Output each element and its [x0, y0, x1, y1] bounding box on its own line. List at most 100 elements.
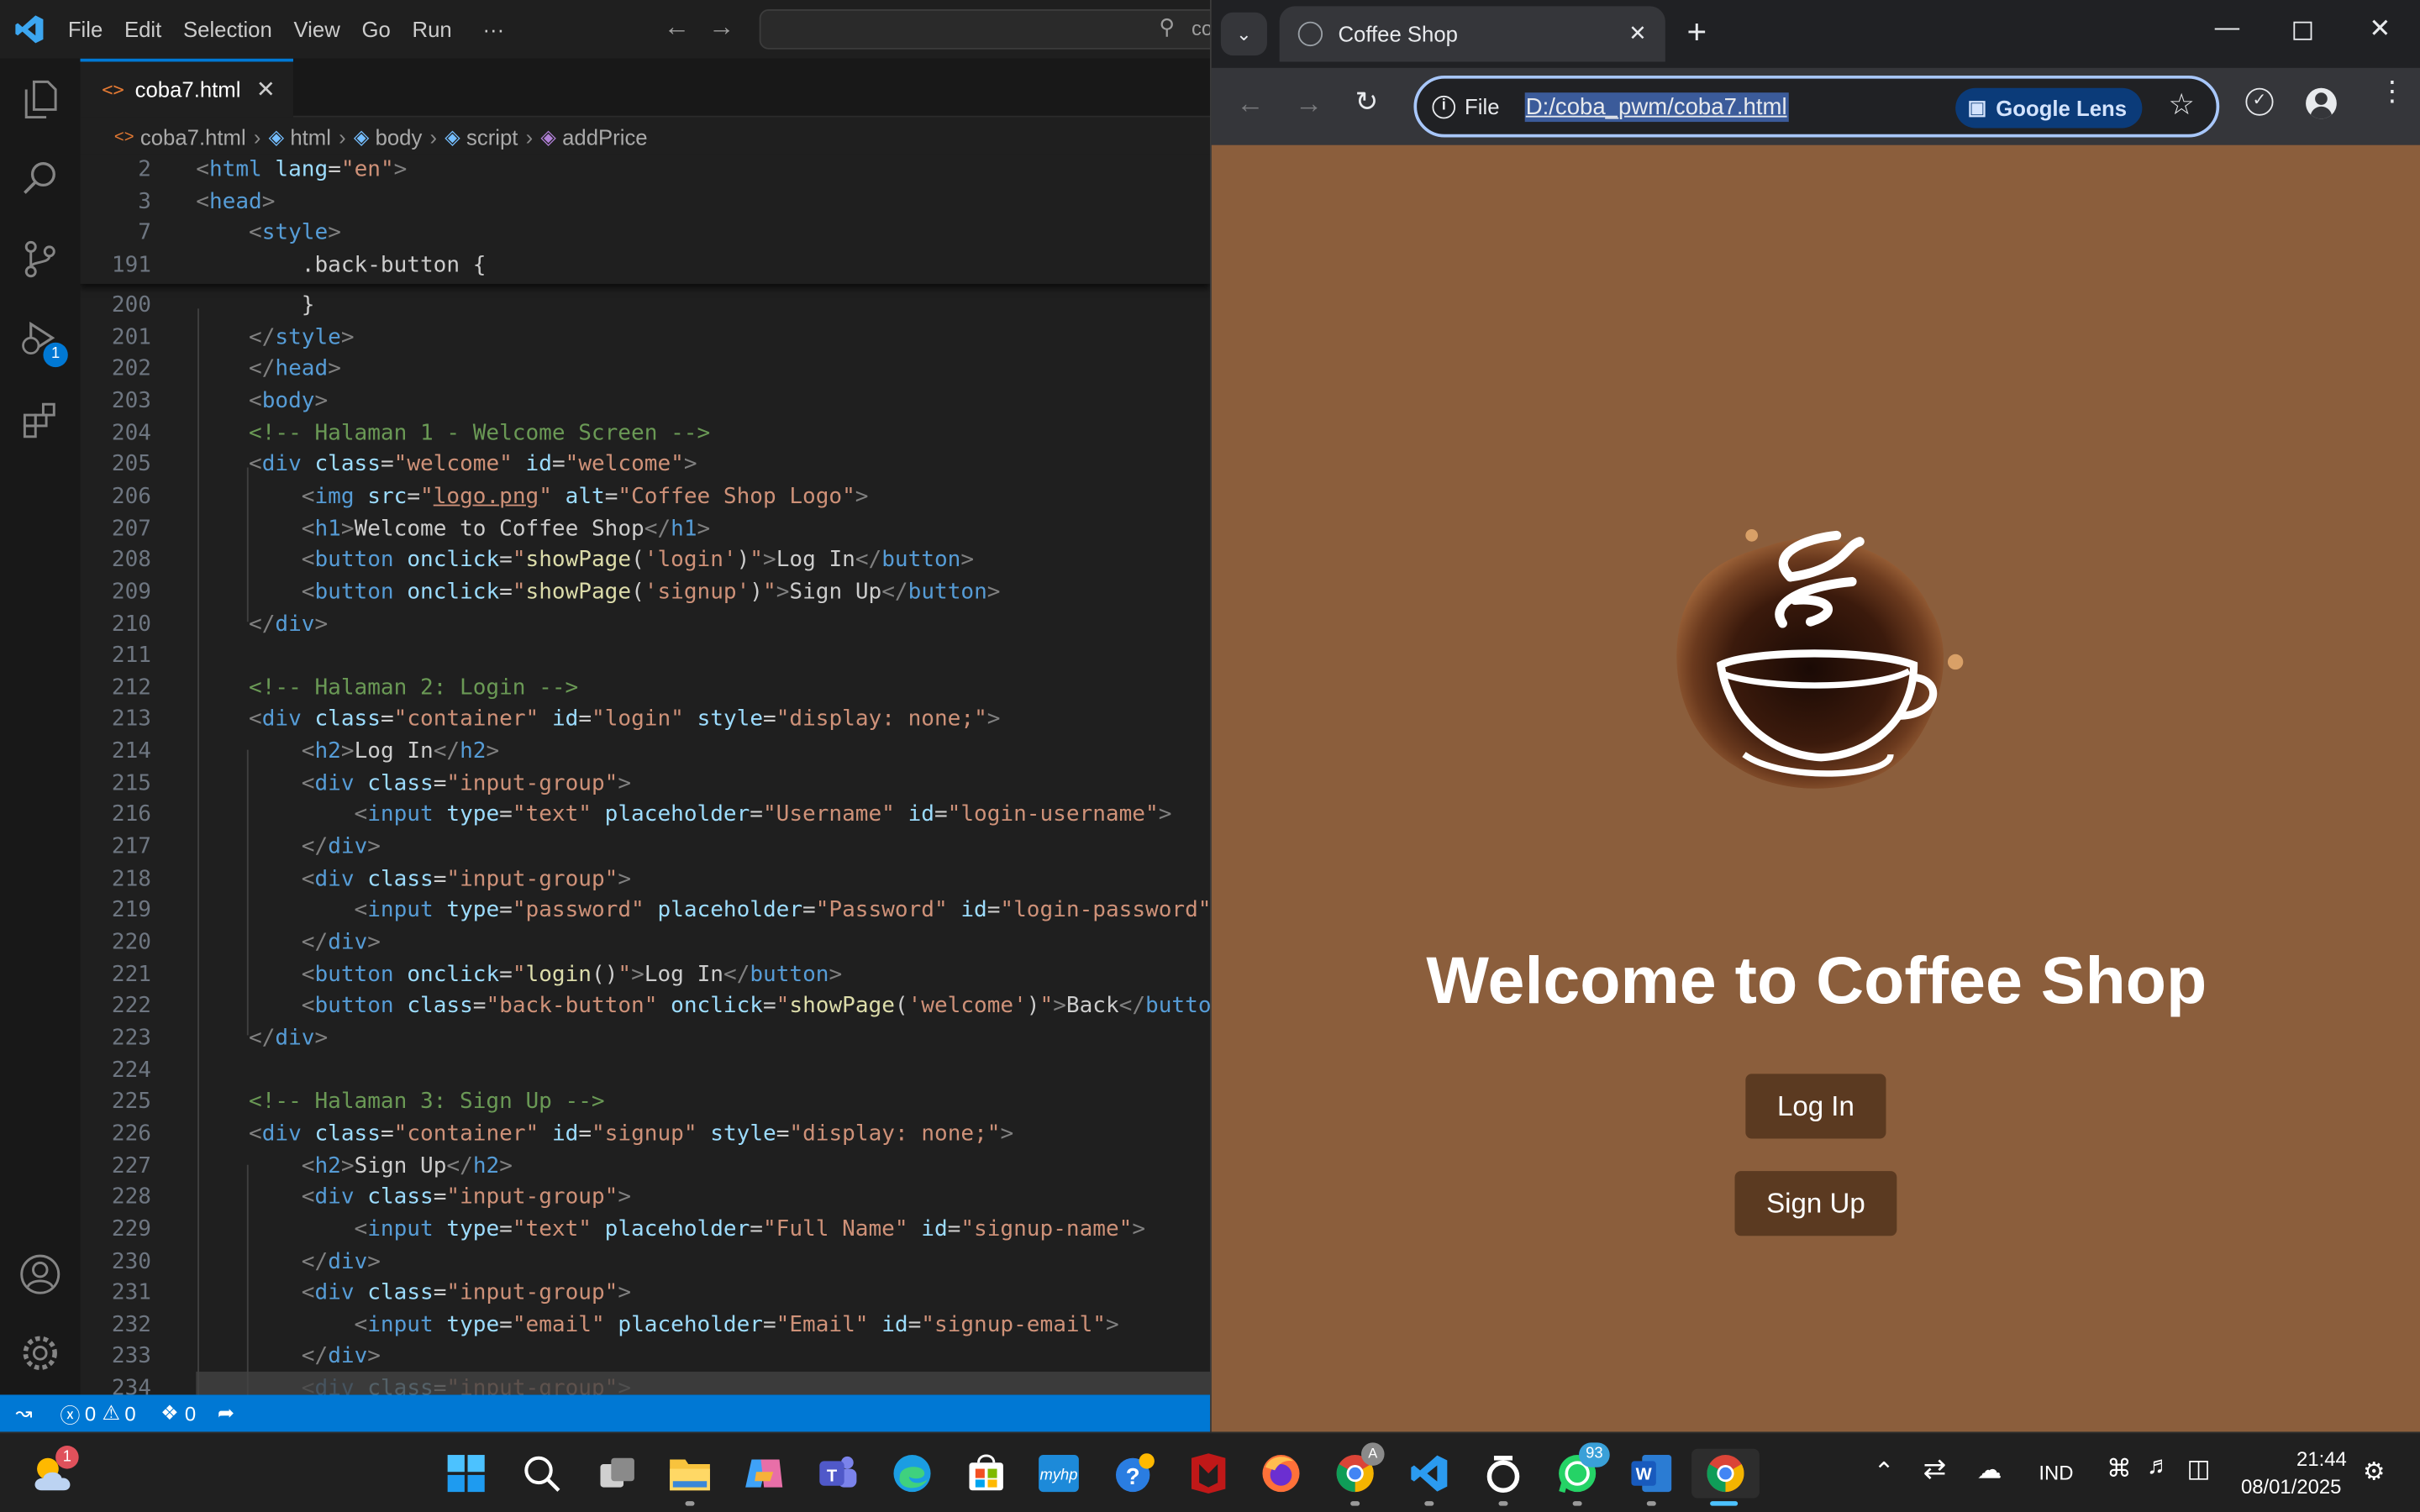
- task-view-icon[interactable]: [592, 1449, 642, 1499]
- edge-icon[interactable]: [887, 1449, 937, 1499]
- code-line[interactable]: </div>: [196, 1026, 328, 1050]
- code-line[interactable]: </head>: [196, 357, 341, 381]
- mcafee-icon[interactable]: [1184, 1449, 1234, 1499]
- clock-time[interactable]: 21:44: [2296, 1447, 2347, 1471]
- word-icon[interactable]: W: [1627, 1449, 1676, 1499]
- tab-close-icon[interactable]: ✕: [256, 76, 276, 103]
- tab-coba7-html[interactable]: <> coba7.html ✕: [80, 58, 293, 118]
- code-line[interactable]: <div class="input-group">: [196, 1185, 631, 1210]
- code-line[interactable]: <!-- Halaman 2: Login -->: [196, 675, 578, 700]
- signup-button[interactable]: Sign Up: [1734, 1171, 1897, 1236]
- reload-icon[interactable]: ↻: [1355, 87, 1379, 119]
- code-line[interactable]: <input type="text" placeholder="Username…: [196, 803, 1172, 827]
- chrome-active-icon[interactable]: [1691, 1448, 1760, 1499]
- myhp-icon[interactable]: myhp: [1034, 1449, 1084, 1499]
- horizontal-scrollbar[interactable]: [196, 1371, 1211, 1395]
- accounts-icon[interactable]: [0, 1237, 81, 1311]
- code-line[interactable]: <h2>Sign Up</h2>: [196, 1153, 513, 1178]
- sticky-code-line[interactable]: <html lang="en">: [196, 157, 407, 181]
- ports-indicator[interactable]: ❖ 0: [148, 1401, 208, 1425]
- explorer-icon[interactable]: [0, 61, 81, 135]
- close-window-button[interactable]: ✕: [2369, 14, 2391, 45]
- code-line[interactable]: </style>: [196, 325, 355, 349]
- battery-icon[interactable]: ◫: [2187, 1453, 2211, 1484]
- code-line[interactable]: <input type="text" placeholder="Full Nam…: [196, 1217, 1145, 1242]
- vscode-taskbar-icon[interactable]: [1404, 1449, 1454, 1499]
- volume-icon[interactable]: ♬: [2147, 1453, 2171, 1481]
- menu-edit[interactable]: Edit: [113, 0, 172, 59]
- onedrive-icon[interactable]: ☁: [1977, 1455, 2002, 1486]
- menu-view[interactable]: View: [283, 0, 351, 59]
- code-line[interactable]: <div class="input-group">: [196, 1281, 631, 1305]
- profile-icon[interactable]: [2306, 87, 2337, 119]
- source-control-icon[interactable]: [0, 222, 81, 296]
- code-line[interactable]: <button onclick="login()">Log In</button…: [196, 962, 842, 986]
- code-line[interactable]: <button onclick="showPage('login')">Log …: [196, 548, 974, 572]
- info-icon[interactable]: i: [1432, 94, 1456, 118]
- get-help-icon[interactable]: ?: [1110, 1449, 1160, 1499]
- maximize-button[interactable]: [2293, 21, 2312, 40]
- menu-selection[interactable]: Selection: [172, 0, 282, 59]
- whatsapp-icon[interactable]: 93: [1553, 1442, 1610, 1499]
- nav-forward-icon[interactable]: →: [708, 13, 734, 44]
- code-editor[interactable]: 2 <html lang="en"> 3 <head> 7 <style> 191 .ba…: [80, 154, 1211, 1395]
- extensions-icon[interactable]: [0, 383, 81, 457]
- code-line[interactable]: <!-- Halaman 1 - Welcome Screen -->: [196, 421, 710, 445]
- code-line[interactable]: </div>: [196, 1249, 381, 1273]
- tab-search-button[interactable]: ⌄: [1220, 12, 1267, 56]
- copilot-icon[interactable]: [739, 1449, 789, 1499]
- code-line[interactable]: <div class="welcome" id="welcome">: [196, 453, 697, 477]
- tab-close-icon[interactable]: ✕: [1628, 20, 1647, 46]
- wifi-icon[interactable]: ⌘: [2107, 1453, 2131, 1484]
- code-line[interactable]: <h1>Welcome to Coffee Shop</h1>: [196, 516, 710, 540]
- code-line[interactable]: </div>: [196, 931, 381, 955]
- code-line[interactable]: <h2>Log In</h2>: [196, 739, 499, 764]
- code-line[interactable]: <input type="email" placeholder="Email" …: [196, 1313, 1119, 1337]
- sync-icon[interactable]: ⇄: [1923, 1453, 1947, 1486]
- google-lens-button[interactable]: ▣ Google Lens: [1954, 87, 2143, 129]
- code-line[interactable]: <div class="container" id="login" style=…: [196, 707, 1000, 732]
- chrome-profile-icon[interactable]: A: [1330, 1442, 1385, 1499]
- code-line[interactable]: </div>: [196, 835, 381, 859]
- sticky-scroll-header[interactable]: 2 <html lang="en"> 3 <head> 7 <style> 191 .ba…: [80, 154, 1211, 284]
- problems-indicator[interactable]: ⓧ 0 ⚠ 0: [48, 1399, 149, 1428]
- command-center-search[interactable]: ⚲ co: [759, 9, 1223, 50]
- clock-date[interactable]: 08/01/2025: [2241, 1475, 2342, 1499]
- firefox-icon[interactable]: [1256, 1449, 1306, 1499]
- breadcrumb-script[interactable]: script: [466, 125, 518, 150]
- kebab-menu-icon[interactable]: ⋮: [2378, 77, 2406, 105]
- sticky-code-line[interactable]: <head>: [196, 189, 275, 213]
- search-icon[interactable]: [517, 1449, 566, 1499]
- code-line[interactable]: <button onclick="showPage('signup')">Sig…: [196, 580, 1001, 604]
- menu-go[interactable]: Go: [351, 0, 402, 59]
- live-share-icon[interactable]: ➦: [208, 1401, 244, 1425]
- forward-icon[interactable]: →: [1295, 88, 1323, 121]
- address-bar[interactable]: i File D:/coba_pwm/coba7.html ▣ Google L…: [1413, 76, 2220, 138]
- menu-file[interactable]: File: [57, 0, 113, 59]
- new-tab-button[interactable]: +: [1687, 13, 1707, 53]
- teams-icon[interactable]: T: [813, 1449, 863, 1499]
- search-view-icon[interactable]: [0, 142, 81, 216]
- breadcrumb-html[interactable]: html: [290, 125, 331, 150]
- windows-start-icon[interactable]: [441, 1449, 491, 1499]
- browser-tab-coffee-shop[interactable]: Coffee Shop ✕: [1279, 6, 1665, 62]
- code-line[interactable]: </div>: [196, 612, 328, 636]
- bookmark-star-icon[interactable]: ☆: [2169, 88, 2195, 123]
- run-debug-icon[interactable]: 1: [0, 302, 81, 376]
- settings-gear-icon[interactable]: [0, 1316, 81, 1390]
- remote-icon[interactable]: ↝: [0, 1401, 48, 1425]
- code-line[interactable]: <div class="input-group">: [196, 771, 631, 795]
- code-line[interactable]: <div class="input-group">: [196, 867, 631, 891]
- menu-more[interactable]: ···: [472, 0, 515, 59]
- breadcrumb-file[interactable]: coba7.html: [140, 125, 246, 150]
- sticky-code-line[interactable]: <style>: [196, 221, 341, 245]
- code-line[interactable]: <!-- Halaman 3: Sign Up -->: [196, 1089, 605, 1114]
- microsoft-store-icon[interactable]: [961, 1449, 1011, 1499]
- chevron-up-icon[interactable]: ⌃: [1874, 1457, 1895, 1488]
- code-line[interactable]: <body>: [196, 389, 328, 413]
- code-line[interactable]: <img src="logo.png" alt="Coffee Shop Log…: [196, 485, 869, 509]
- notification-bell-icon[interactable]: ⚙: [2363, 1457, 2385, 1488]
- file-explorer-icon[interactable]: [666, 1449, 715, 1499]
- weather-widget[interactable]: 1: [28, 1446, 79, 1499]
- nav-back-icon[interactable]: ←: [664, 13, 690, 44]
